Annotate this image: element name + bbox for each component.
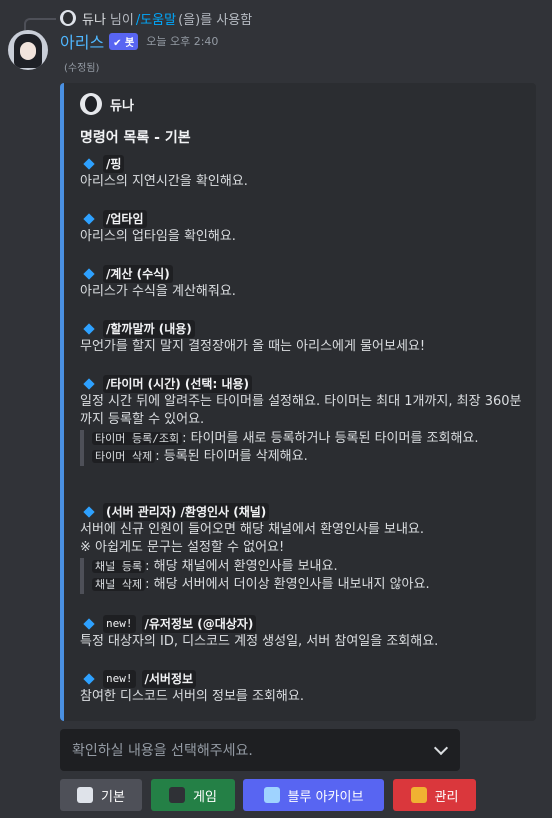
command-welcome: (서버 관리자) /환영인사 (채널) 서버에 신규 인원이 들어오면 해당 채… xyxy=(80,503,530,594)
quote-line: 채널 삭제: 해당 서버에서 더이상 환영인사를 내보내지 않아요. xyxy=(92,576,530,594)
command-desc: 일정 시간 뒤에 알려주는 타이머를 설정해요. 타이머는 최대 1개까지, 최… xyxy=(80,394,522,427)
inline-code: 채널 등록 xyxy=(92,560,146,573)
block-quote: 타이머 등록/조회: 타이머를 새로 등록하거나 등록된 타이머를 조회해요. … xyxy=(80,430,530,466)
bot-avatar[interactable] xyxy=(8,30,48,70)
bot-username[interactable]: 아리스 xyxy=(60,29,104,53)
command-desc: 아리스가 수식을 계산해줘요. xyxy=(80,284,236,299)
diamond-icon xyxy=(83,506,95,518)
message-header: 아리스 ✔ 봇 오늘 오후 2:40 xyxy=(60,29,219,53)
command-calc: /계산 (수식) 아리스가 수식을 계산해줘요. xyxy=(80,265,236,301)
button-label: 게임 xyxy=(193,789,217,805)
blue-archive-emoji-icon xyxy=(263,787,280,803)
command-serverinfo: new! /서버정보 참여한 디스코드 서버의 정보를 조회해요. xyxy=(80,670,304,706)
command-desc: 무언가를 할지 말지 결정장애가 올 때는 아리스에게 물어보세요! xyxy=(80,339,426,354)
command-desc: 참여한 디스코드 서버의 정보를 조회해요. xyxy=(80,689,304,704)
command-uptime: /업타임 아리스의 업타임을 확인해요. xyxy=(80,210,236,246)
command-name: /계산 (수식) xyxy=(103,265,173,283)
reply-reference[interactable]: 듀나 님이 /도움말 (을)를 사용함 xyxy=(24,8,253,30)
embed-title: 명령어 목록 - 기본 xyxy=(80,130,191,146)
reply-suffix-text: (을)를 사용함 xyxy=(178,12,253,28)
command-desc: 아리스의 지연시간을 확인해요. xyxy=(80,174,248,189)
message-timestamp: 오늘 오후 2:40 xyxy=(146,35,219,48)
button-label: 블루 아카이브 xyxy=(287,789,364,805)
reply-command[interactable]: /도움말 xyxy=(136,9,176,28)
reply-avatar xyxy=(60,10,76,26)
aris-emoji-icon xyxy=(77,787,94,803)
command-ping: /핑 아리스의 지연시간을 확인해요. xyxy=(80,155,248,191)
tools-emoji-icon xyxy=(410,787,427,803)
diamond-icon xyxy=(83,268,95,280)
inline-code: 타이머 등록/조회 xyxy=(92,432,183,445)
command-note: ※ 아쉽게도 문구는 설정할 수 없어요! xyxy=(80,540,285,555)
diamond-icon xyxy=(83,323,95,335)
bot-badge: ✔ 봇 xyxy=(109,32,139,50)
quote-line: 타이머 등록/조회: 타이머를 새로 등록하거나 등록된 타이머를 조회해요. xyxy=(92,430,530,448)
block-quote: 채널 등록: 해당 채널에서 환영인사를 보내요. 채널 삭제: 해당 서버에서… xyxy=(80,558,530,594)
command-name: /타이머 (시간) (선택: 내용) xyxy=(103,375,253,393)
button-label: 기본 xyxy=(101,789,125,805)
command-userinfo: new! /유저정보 (@대상자) 특정 대상자의 ID, 디스코드 계정 생성일… xyxy=(80,615,438,651)
help-embed: 듀나 명령어 목록 - 기본 /핑 아리스의 지연시간을 확인해요. /업타임 … xyxy=(60,83,536,721)
reply-username[interactable]: 듀나 xyxy=(82,9,106,28)
diamond-icon xyxy=(83,158,95,170)
quote-text: : 타이머를 새로 등록하거나 등록된 타이머를 조회해요. xyxy=(182,431,479,446)
quote-text: : 등록된 타이머를 삭제해요. xyxy=(155,449,308,464)
command-desc: 서버에 신규 인원이 들어오면 해당 채널에서 환영인사를 보내요. xyxy=(80,522,425,537)
basic-button[interactable]: 기본 xyxy=(60,779,142,811)
command-desc: 특정 대상자의 ID, 디스코드 계정 생성일, 서버 참여일을 조회해요. xyxy=(80,634,439,649)
command-name: /할까말까 (내용) xyxy=(103,320,195,338)
reply-connector xyxy=(24,18,56,30)
blue-archive-button[interactable]: 블루 아카이브 xyxy=(243,779,384,811)
diamond-icon xyxy=(83,213,95,225)
embed-author-avatar xyxy=(80,93,102,115)
admin-button[interactable]: 관리 xyxy=(393,779,476,811)
quote-line: 채널 등록: 해당 채널에서 환영인사를 보내요. xyxy=(92,558,530,576)
quote-text: : 해당 서버에서 더이상 환영인사를 내보내지 않아요. xyxy=(145,577,430,592)
button-label: 관리 xyxy=(434,789,459,805)
embed-author: 듀나 xyxy=(80,93,134,115)
game-button[interactable]: 게임 xyxy=(151,779,235,811)
diamond-icon xyxy=(83,378,95,390)
category-select[interactable]: 확인하실 내용을 선택해주세요. xyxy=(60,729,460,771)
chevron-down-icon[interactable] xyxy=(433,740,449,756)
command-name: (서버 관리자) /환영인사 (채널) xyxy=(103,503,270,521)
command-timer: /타이머 (시간) (선택: 내용) 일정 시간 뒤에 알려주는 타이머를 설정… xyxy=(80,375,530,466)
edited-label: (수정됨) xyxy=(64,63,100,74)
reply-middle-text: 님이 xyxy=(109,12,134,28)
quote-text: : 해당 채널에서 환영인사를 보내요. xyxy=(145,559,338,574)
new-badge: new! xyxy=(103,670,136,688)
command-name: /핑 xyxy=(103,155,125,173)
diamond-icon xyxy=(83,673,95,685)
command-decide: /할까말까 (내용) 무언가를 할지 말지 결정장애가 올 때는 아리스에게 물… xyxy=(80,320,425,356)
command-name: /서버정보 xyxy=(141,670,197,688)
diamond-icon xyxy=(83,618,95,630)
command-name: /유저정보 (@대상자) xyxy=(141,615,257,633)
inline-code: 채널 삭제 xyxy=(92,578,146,591)
inline-code: 타이머 삭제 xyxy=(92,450,156,463)
embed-author-name: 듀나 xyxy=(110,98,134,114)
command-name: /업타임 xyxy=(103,210,147,228)
gamepad-emoji-icon xyxy=(169,787,186,803)
quote-line: 타이머 삭제: 등록된 타이머를 삭제해요. xyxy=(92,448,530,466)
command-desc: 아리스의 업타임을 확인해요. xyxy=(80,229,236,244)
select-placeholder: 확인하실 내용을 선택해주세요. xyxy=(72,743,253,759)
new-badge: new! xyxy=(103,615,136,633)
